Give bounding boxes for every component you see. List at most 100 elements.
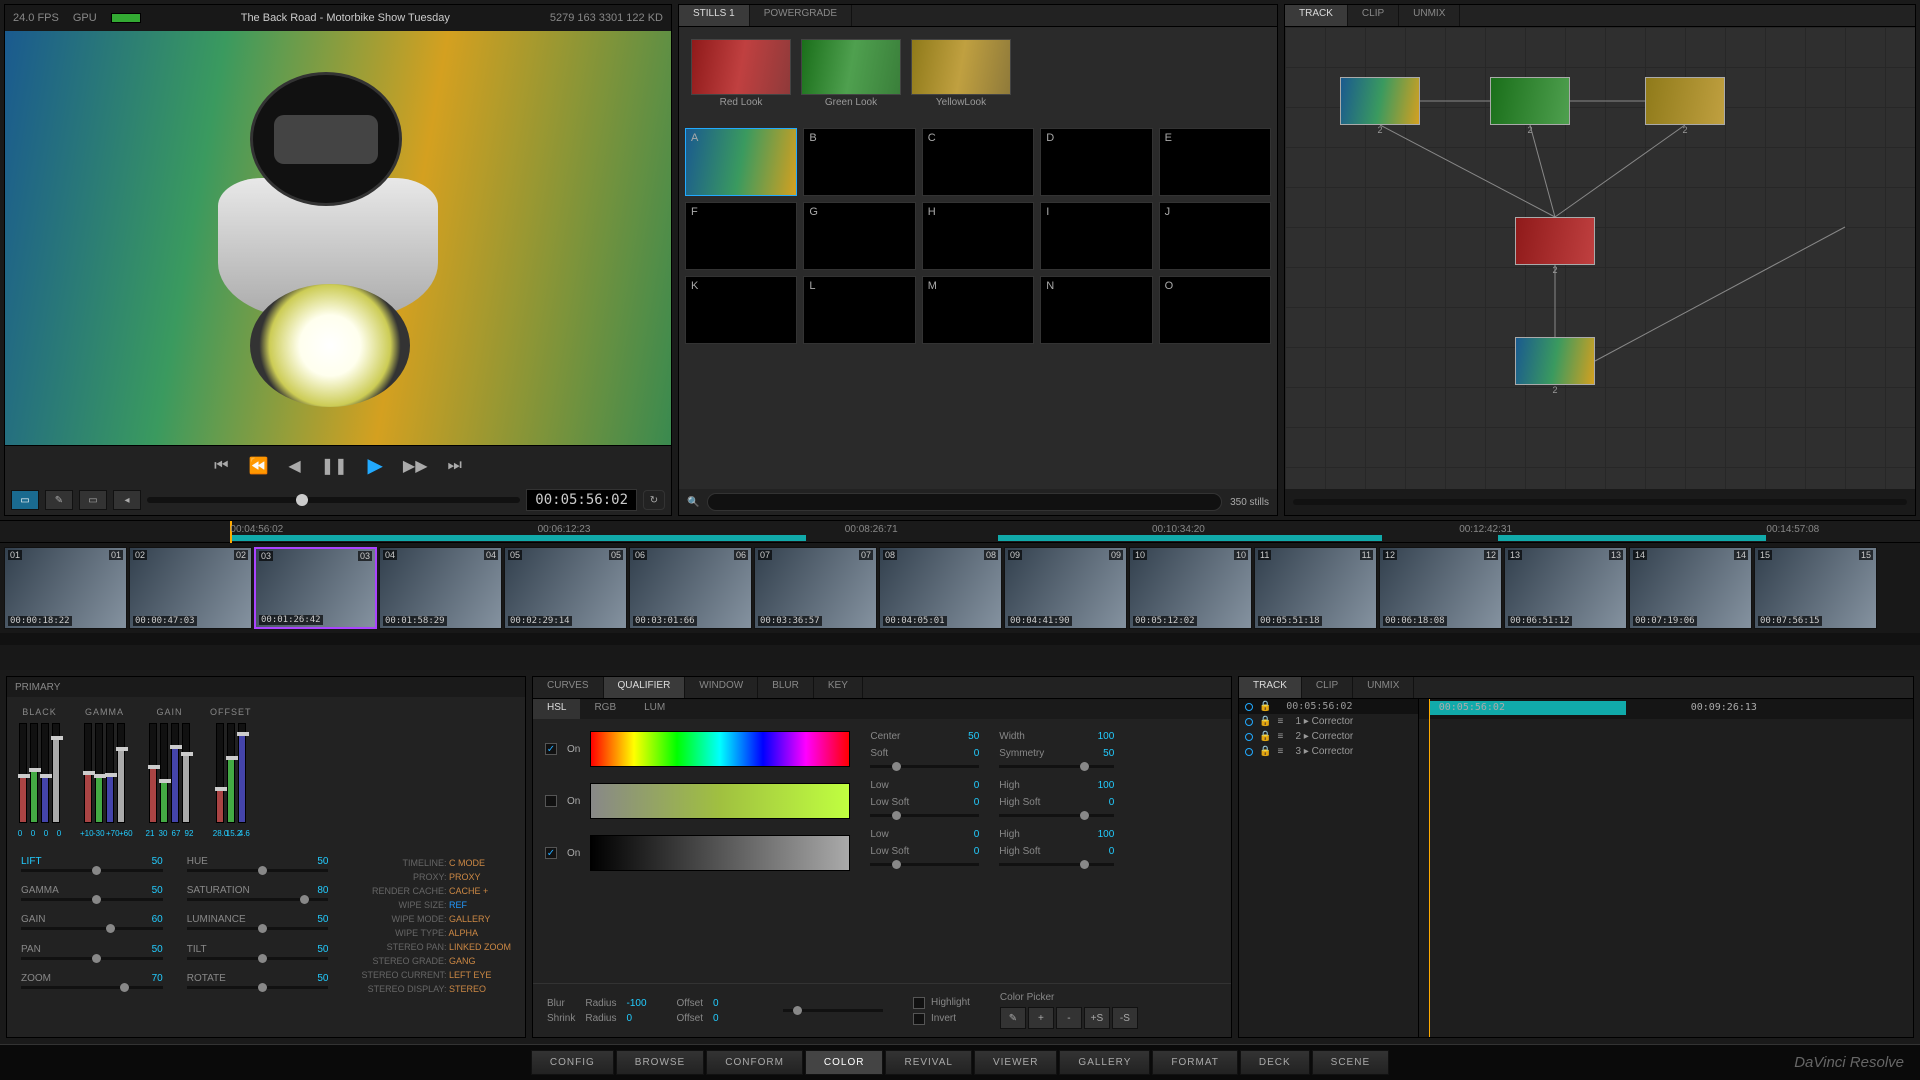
- viewer-timecode[interactable]: 00:05:56:02: [526, 489, 637, 511]
- node-2[interactable]: 2: [1645, 77, 1725, 135]
- tab-powergrade[interactable]: POWERGRADE: [750, 5, 852, 26]
- grid-cell-A[interactable]: A: [685, 128, 797, 196]
- viewer-mode-2[interactable]: ✎: [45, 490, 73, 510]
- tab-blur[interactable]: BLUR: [758, 677, 814, 698]
- clip-thumb-02[interactable]: 020200:00:47:03: [129, 547, 252, 629]
- bar-slider[interactable]: [216, 723, 224, 823]
- clip-thumb-14[interactable]: 141400:07:19:06: [1629, 547, 1752, 629]
- page-viewer[interactable]: VIEWER: [974, 1050, 1057, 1075]
- page-browse[interactable]: BROWSE: [616, 1050, 704, 1075]
- pause-button[interactable]: ❚❚: [321, 456, 348, 476]
- bar-slider[interactable]: [117, 723, 125, 823]
- go-start-button[interactable]: ⏮: [214, 457, 228, 475]
- slider-hue[interactable]: HUE50: [187, 856, 329, 879]
- bar-slider[interactable]: [95, 723, 103, 823]
- bar-slider[interactable]: [41, 723, 49, 823]
- grid-cell-L[interactable]: L: [803, 276, 915, 344]
- picker-add-soft[interactable]: +S: [1084, 1007, 1110, 1029]
- on-checkbox[interactable]: [545, 743, 557, 755]
- page-format[interactable]: FORMAT: [1152, 1050, 1237, 1075]
- grid-cell-I[interactable]: I: [1040, 202, 1152, 270]
- node-canvas[interactable]: 2 2 2 2 2: [1285, 27, 1915, 489]
- slider-tilt[interactable]: TILT50: [187, 944, 329, 967]
- highlight-checkbox[interactable]: [913, 997, 925, 1009]
- still-yellow[interactable]: YellowLook: [911, 39, 1011, 110]
- viewer-scrubber[interactable]: [147, 497, 520, 503]
- page-gallery[interactable]: GALLERY: [1059, 1050, 1150, 1075]
- tab-key[interactable]: KEY: [814, 677, 863, 698]
- clip-thumb-09[interactable]: 090900:04:41:90: [1004, 547, 1127, 629]
- step-back-button[interactable]: ◀: [288, 456, 300, 476]
- tab-node-unmix[interactable]: UNMIX: [1399, 5, 1460, 26]
- picker-tool[interactable]: ✎: [1000, 1007, 1026, 1029]
- grid-cell-G[interactable]: G: [803, 202, 915, 270]
- clip-thumb-01[interactable]: 010100:00:18:22: [4, 547, 127, 629]
- clip-thumb-10[interactable]: 101000:05:12:02: [1129, 547, 1252, 629]
- clip-thumb-11[interactable]: 111100:05:51:18: [1254, 547, 1377, 629]
- bar-slider[interactable]: [238, 723, 246, 823]
- bar-slider[interactable]: [106, 723, 114, 823]
- grid-cell-E[interactable]: E: [1159, 128, 1271, 196]
- kf-track[interactable]: 🔒≡2 ▸ Corrector: [1239, 729, 1418, 744]
- clip-thumb-07[interactable]: 070700:03:36:57: [754, 547, 877, 629]
- loop-button[interactable]: ↻: [643, 490, 665, 510]
- page-config[interactable]: CONFIG: [531, 1050, 614, 1075]
- viewer-mode-4[interactable]: ◂: [113, 490, 141, 510]
- clip-thumb-05[interactable]: 050500:02:29:14: [504, 547, 627, 629]
- bar-slider[interactable]: [160, 723, 168, 823]
- still-green[interactable]: Green Look: [801, 39, 901, 110]
- kf-tab-unmix[interactable]: UNMIX: [1353, 677, 1414, 698]
- slider-pan[interactable]: PAN50: [21, 944, 163, 967]
- param-slider[interactable]: [870, 765, 979, 768]
- bar-slider[interactable]: [182, 723, 190, 823]
- subtab-lum[interactable]: LUM: [630, 699, 679, 719]
- clip-thumb-12[interactable]: 121200:06:18:08: [1379, 547, 1502, 629]
- bar-slider[interactable]: [171, 723, 179, 823]
- gradient-bar[interactable]: [590, 835, 850, 871]
- tab-curves[interactable]: CURVES: [533, 677, 604, 698]
- grid-cell-O[interactable]: O: [1159, 276, 1271, 344]
- page-conform[interactable]: CONFORM: [706, 1050, 803, 1075]
- clip-thumb-04[interactable]: 040400:01:58:29: [379, 547, 502, 629]
- on-checkbox[interactable]: [545, 847, 557, 859]
- grid-cell-H[interactable]: H: [922, 202, 1034, 270]
- picker-sub[interactable]: -: [1056, 1007, 1082, 1029]
- tab-stills[interactable]: STILLS 1: [679, 5, 750, 26]
- step-fwd-button[interactable]: ▶▶: [403, 456, 428, 476]
- clip-thumb-13[interactable]: 131300:06:51:12: [1504, 547, 1627, 629]
- clip-thumb-15[interactable]: 151500:07:56:15: [1754, 547, 1877, 629]
- gallery-search[interactable]: [707, 493, 1222, 511]
- subtab-rgb[interactable]: RGB: [580, 699, 630, 719]
- picker-add[interactable]: +: [1028, 1007, 1054, 1029]
- slider-luminance[interactable]: LUMINANCE50: [187, 914, 329, 937]
- rewind-button[interactable]: ⏪: [248, 456, 268, 476]
- clip-thumb-06[interactable]: 060600:03:01:66: [629, 547, 752, 629]
- node-zoom-slider[interactable]: [1293, 499, 1907, 505]
- grid-cell-K[interactable]: K: [685, 276, 797, 344]
- go-end-button[interactable]: ⏭: [448, 457, 462, 475]
- page-scene[interactable]: SCENE: [1312, 1050, 1389, 1075]
- node-0[interactable]: 2: [1340, 77, 1420, 135]
- bar-slider[interactable]: [19, 723, 27, 823]
- slider-rotate[interactable]: ROTATE50: [187, 973, 329, 996]
- tab-qualifier[interactable]: QUALIFIER: [604, 677, 686, 698]
- grid-cell-F[interactable]: F: [685, 202, 797, 270]
- node-3[interactable]: 2: [1515, 217, 1595, 275]
- bar-slider[interactable]: [227, 723, 235, 823]
- slider-zoom[interactable]: ZOOM70: [21, 973, 163, 996]
- param-slider[interactable]: [870, 814, 979, 817]
- node-4[interactable]: 2: [1515, 337, 1595, 395]
- kf-tab-track[interactable]: TRACK: [1239, 677, 1302, 698]
- clip-thumb-03[interactable]: 030300:01:26:42: [254, 547, 377, 629]
- kf-tab-clip[interactable]: CLIP: [1302, 677, 1353, 698]
- on-checkbox[interactable]: [545, 795, 557, 807]
- slider-gain[interactable]: GAIN60: [21, 914, 163, 937]
- param-slider[interactable]: [999, 765, 1114, 768]
- param-slider[interactable]: [870, 863, 979, 866]
- param-slider[interactable]: [999, 814, 1114, 817]
- node-1[interactable]: 2: [1490, 77, 1570, 135]
- grid-cell-D[interactable]: D: [1040, 128, 1152, 196]
- kf-track[interactable]: 🔒≡3 ▸ Corrector: [1239, 744, 1418, 759]
- play-button[interactable]: ▶: [368, 453, 383, 478]
- gradient-bar[interactable]: [590, 783, 850, 819]
